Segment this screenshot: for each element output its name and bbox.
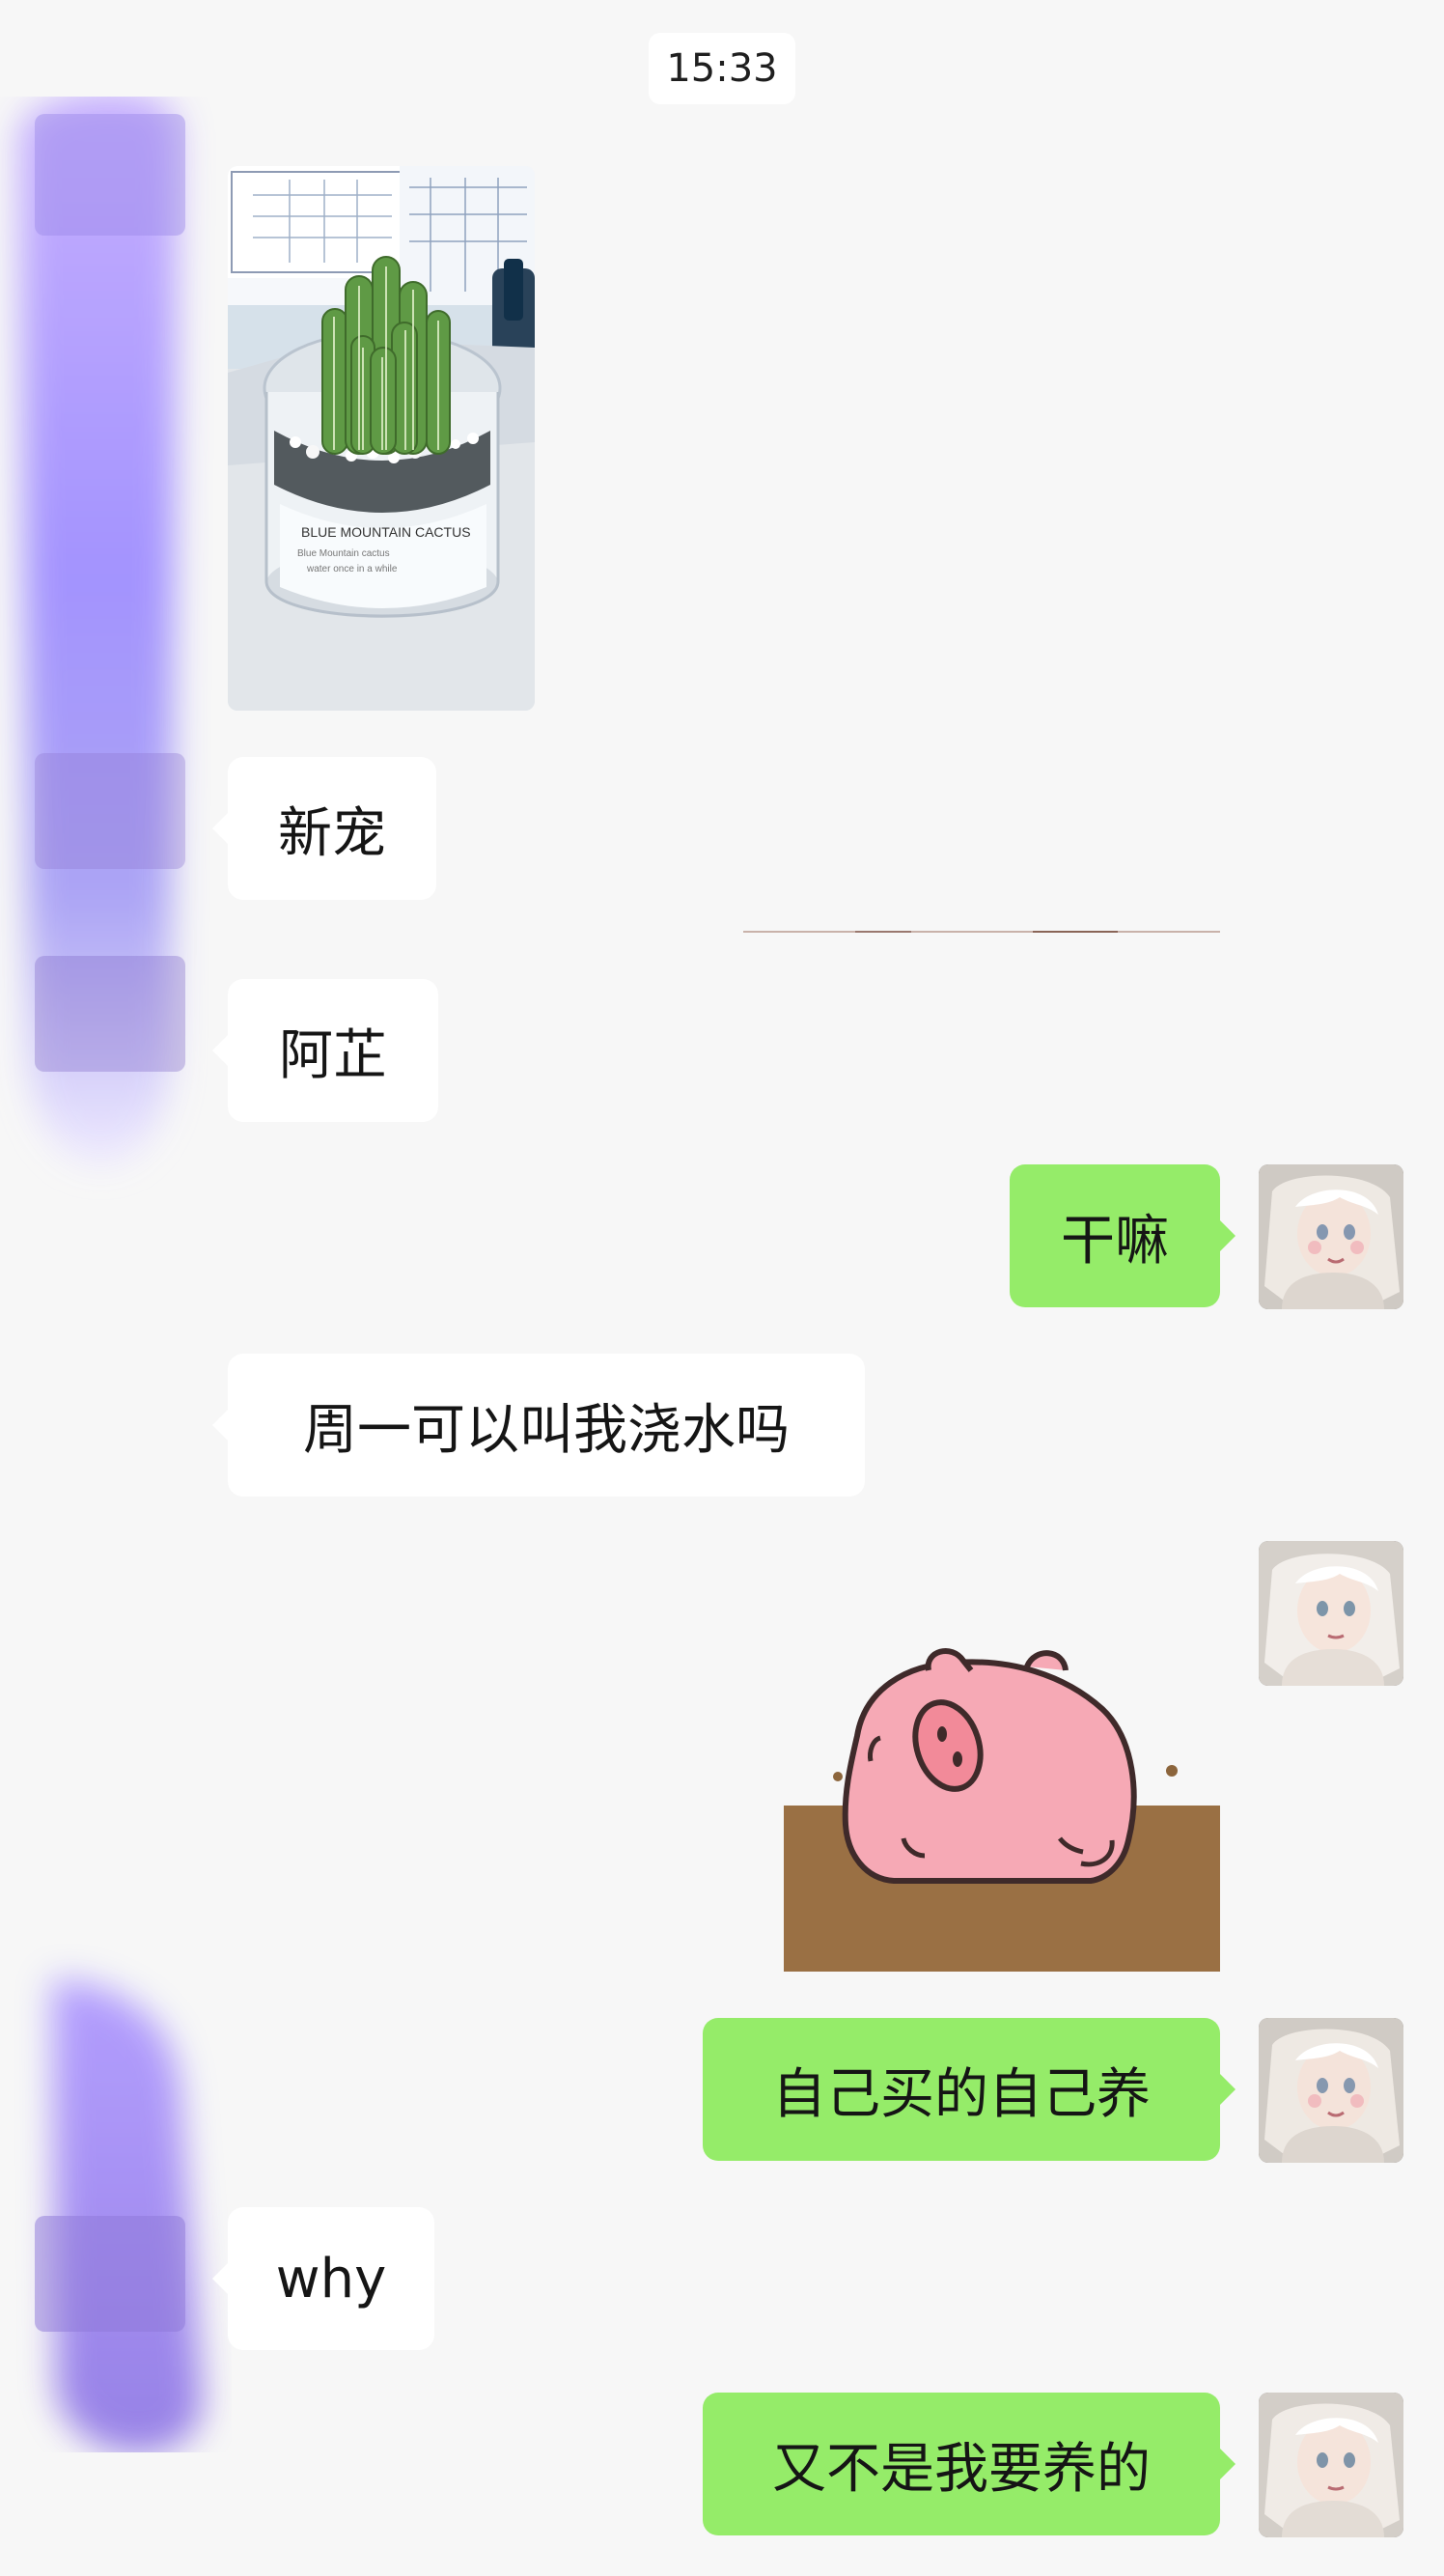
incoming-message-text: why bbox=[275, 2247, 387, 2310]
incoming-message-name[interactable]: 阿芷 bbox=[228, 979, 438, 1122]
pig-sticker-icon bbox=[784, 1648, 1220, 1972]
outgoing-message-text: 又不是我要养的 bbox=[772, 2437, 1151, 2501]
incoming-message-text: 阿芷 bbox=[279, 1023, 387, 1087]
outgoing-message-1[interactable]: 干嘛 bbox=[1010, 1164, 1220, 1307]
incoming-message-text: 新宠 bbox=[278, 801, 386, 865]
girl-avatar-icon bbox=[1259, 2393, 1403, 2537]
incoming-message-question[interactable]: 周一可以叫我浇水吗 bbox=[228, 1354, 865, 1497]
cactus-photo-icon: BLUE MOUNTAIN CACTUS Blue Mountain cactu… bbox=[228, 166, 535, 711]
girl-avatar-icon bbox=[1259, 1541, 1403, 1686]
outgoing-message-2[interactable]: 自己买的自己养 bbox=[703, 2018, 1220, 2161]
photo-label-line-2: Blue Mountain cactus bbox=[297, 548, 390, 559]
outgoing-avatar-2[interactable] bbox=[1259, 1541, 1403, 1686]
left-avatar-blur-overlay bbox=[19, 97, 203, 2452]
girl-avatar-icon bbox=[1259, 1164, 1403, 1309]
cactus-photo[interactable]: BLUE MOUNTAIN CACTUS Blue Mountain cactu… bbox=[228, 166, 535, 711]
outgoing-avatar-1[interactable] bbox=[1259, 1164, 1403, 1309]
incoming-message-text: 周一可以叫我浇水吗 bbox=[303, 1398, 790, 1462]
incoming-message-photo-caption[interactable]: 新宠 bbox=[228, 757, 436, 900]
incoming-message-why[interactable]: why bbox=[228, 2207, 434, 2350]
outgoing-message-3[interactable]: 又不是我要养的 bbox=[703, 2393, 1220, 2535]
outgoing-avatar-3[interactable] bbox=[1259, 2018, 1403, 2163]
pig-sticker[interactable] bbox=[784, 1638, 1220, 1972]
outgoing-message-text: 自己买的自己养 bbox=[772, 2062, 1151, 2126]
divider-line bbox=[743, 931, 1220, 933]
outgoing-avatar-4[interactable] bbox=[1259, 2393, 1403, 2537]
photo-label-line-1: BLUE MOUNTAIN CACTUS bbox=[301, 524, 471, 540]
timestamp: 15:33 bbox=[649, 33, 795, 104]
photo-label-line-3: water once in a while bbox=[306, 564, 398, 574]
outgoing-message-text: 干嘛 bbox=[1061, 1209, 1169, 1273]
girl-avatar-icon bbox=[1259, 2018, 1403, 2163]
